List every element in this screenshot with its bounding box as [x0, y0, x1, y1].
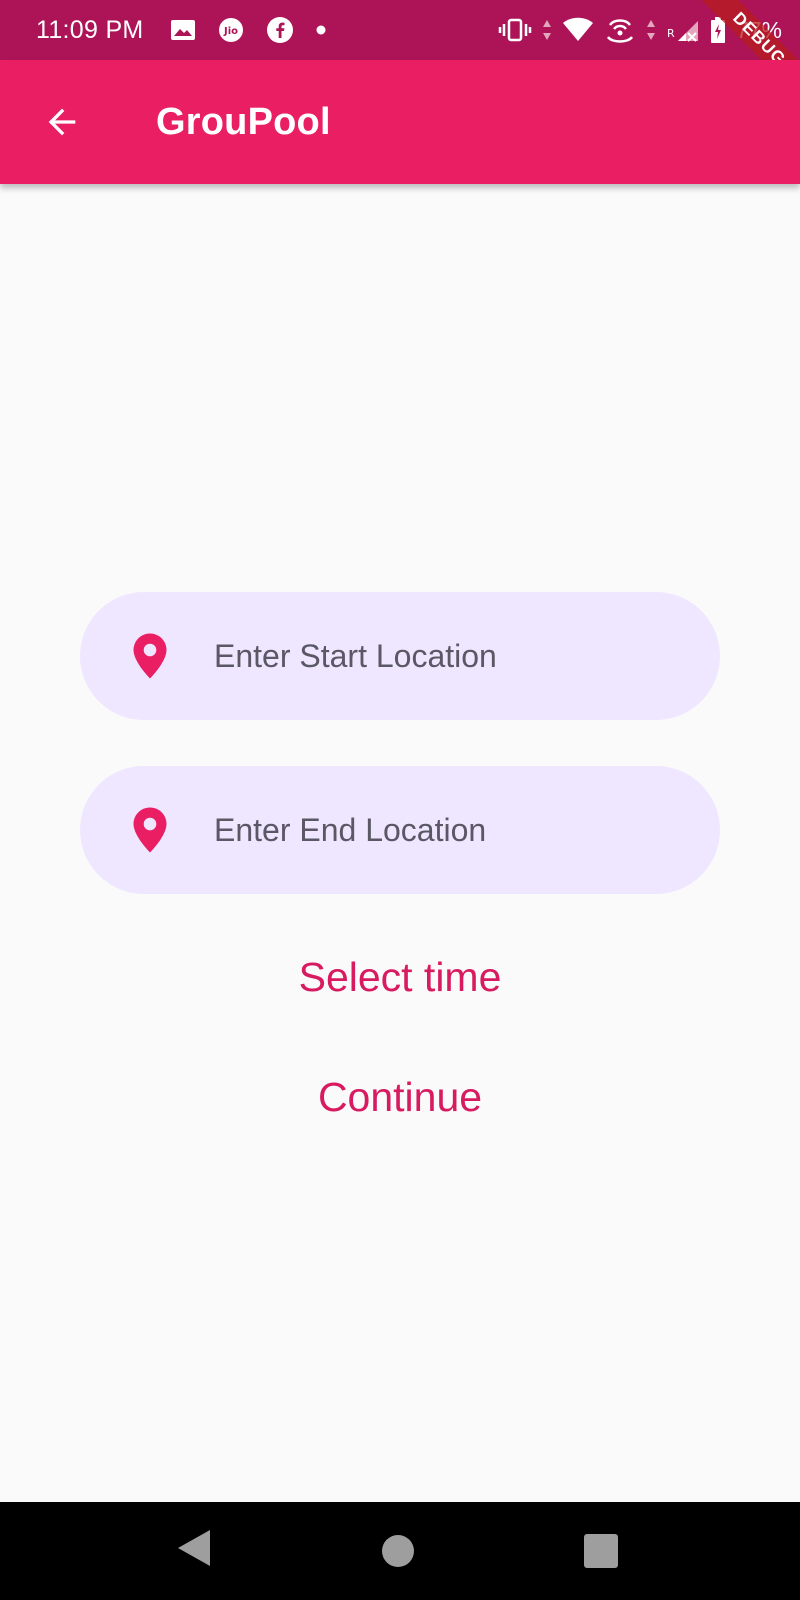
location-pin-icon: [130, 806, 170, 854]
continue-button[interactable]: Continue: [0, 1074, 800, 1121]
hotspot-icon: [604, 15, 636, 45]
circle-home-icon: [382, 1535, 414, 1567]
system-icons: R 77%: [498, 15, 782, 45]
main-content: Select time Continue: [0, 184, 800, 1502]
square-recents-icon: [584, 1534, 618, 1568]
status-bar: 11:09 PM Jio R 77% DEBUG: [0, 0, 800, 102]
svg-text:R: R: [667, 27, 675, 40]
page-title: GrouPool: [156, 100, 331, 143]
dot-icon: [316, 25, 326, 35]
start-location-field[interactable]: [80, 592, 720, 720]
jio-icon: Jio: [218, 17, 244, 43]
wifi-icon: [562, 17, 594, 43]
status-time: 11:09 PM: [36, 15, 144, 44]
nav-recents-button[interactable]: [583, 1533, 619, 1569]
back-button[interactable]: [26, 86, 98, 158]
svg-text:Jio: Jio: [223, 26, 238, 37]
notification-icons: Jio: [170, 16, 326, 44]
vibrate-icon: [498, 18, 532, 42]
data-arrows-icon: [542, 18, 552, 42]
triangle-back-icon: [178, 1530, 210, 1566]
app-bar: GrouPool: [0, 60, 800, 184]
end-location-input[interactable]: [214, 811, 674, 849]
location-pin-icon: [130, 632, 170, 680]
nav-home-button[interactable]: [381, 1534, 415, 1568]
select-time-button[interactable]: Select time: [0, 954, 800, 1001]
end-location-field[interactable]: [80, 766, 720, 894]
start-location-input[interactable]: [214, 637, 674, 675]
signal-roaming-icon: R: [666, 17, 700, 43]
facebook-icon: [266, 16, 294, 44]
system-nav-bar: [0, 1502, 800, 1600]
arrow-back-icon: [48, 108, 76, 136]
nav-back-button[interactable]: [176, 1528, 212, 1568]
data-arrows-icon-2: [646, 18, 656, 42]
battery-icon: [710, 16, 726, 44]
gallery-icon: [170, 19, 196, 41]
battery-percentage: 77%: [735, 16, 782, 43]
